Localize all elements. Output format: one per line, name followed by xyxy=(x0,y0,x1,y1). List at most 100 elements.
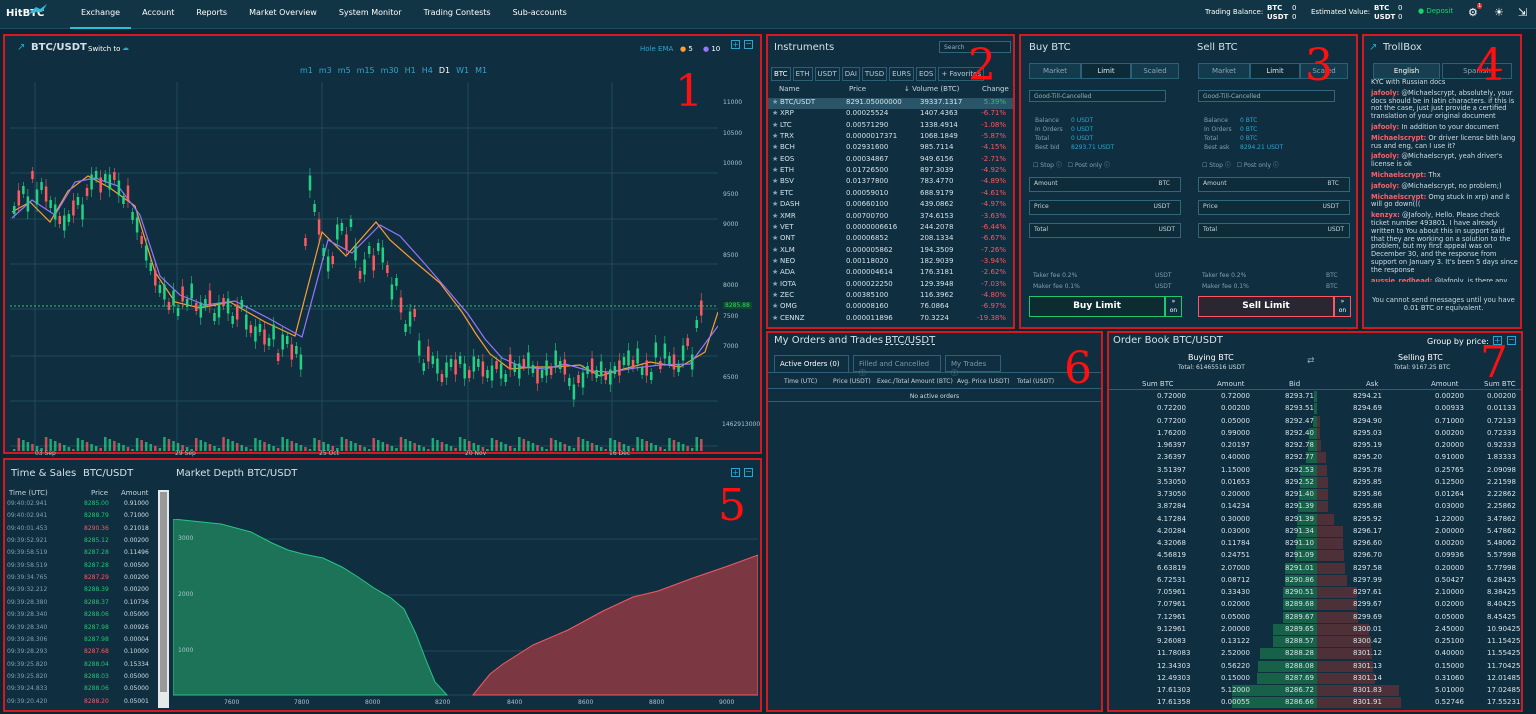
troll-username[interactable]: jafooly: xyxy=(1371,152,1399,160)
sell-one-click-toggle[interactable]: » on xyxy=(1334,296,1351,317)
buy-amount-input[interactable]: Amount BTC xyxy=(1029,177,1181,192)
sell-post-only-checkbox[interactable]: Post only xyxy=(1244,162,1271,169)
favorite-star-icon[interactable]: ★ xyxy=(772,280,778,288)
order-book-collapse-icon[interactable]: − xyxy=(1507,336,1516,345)
trollbox-messages[interactable]: KYC with Russian docs jafooly: @Michaelsc… xyxy=(1371,79,1518,282)
external-link-icon[interactable]: ↗ xyxy=(17,42,25,53)
order-book-row[interactable]: 11.78083 2.52000 8288.28 8301.12 0.40000 11.5… xyxy=(1109,648,1521,660)
order-book-row[interactable]: 17.61358 0.00055 8286.66 8301.91 0.52746 17.5… xyxy=(1109,697,1521,709)
collapse-panel-icon[interactable]: − xyxy=(744,40,753,49)
favorite-star-icon[interactable]: ★ xyxy=(772,132,778,140)
favorite-star-icon[interactable]: ★ xyxy=(772,177,778,185)
buy-one-click-toggle[interactable]: » on xyxy=(1165,296,1182,317)
sell-limit-button[interactable]: Sell Limit xyxy=(1198,296,1334,317)
favorite-star-icon[interactable]: ★ xyxy=(772,189,778,197)
sell-total-input[interactable]: Total USDT xyxy=(1198,223,1350,238)
favorite-star-icon[interactable]: ★ xyxy=(772,155,778,163)
buy-price-input[interactable]: Price USDT xyxy=(1029,200,1181,215)
trade-row[interactable]: 09:39:28.306 8287.98 0.00004 xyxy=(5,636,157,647)
depth-add-icon[interactable]: + xyxy=(731,468,740,477)
instrument-tab-btc[interactable]: BTC xyxy=(771,67,791,81)
favorite-star-icon[interactable]: ★ xyxy=(772,98,778,106)
theme-sun-icon[interactable]: ☀ xyxy=(1494,6,1504,19)
trollbox-english-tab[interactable]: English xyxy=(1373,63,1440,79)
favorite-star-icon[interactable]: ★ xyxy=(772,291,778,299)
order-book-row[interactable]: 7.07961 0.02000 8289.68 8299.67 0.02000 8.404… xyxy=(1109,599,1521,611)
troll-username[interactable]: jafooly: xyxy=(1371,182,1399,190)
candlestick-chart[interactable] xyxy=(10,82,718,454)
trollbox-external-icon[interactable]: ↗ xyxy=(1369,42,1377,53)
cloud-switch-icon[interactable]: ☁ xyxy=(122,44,129,52)
add-panel-icon[interactable]: + xyxy=(731,40,740,49)
buy-post-only-checkbox[interactable]: Post only xyxy=(1075,162,1102,169)
instrument-tab-dai[interactable]: DAI xyxy=(841,67,860,81)
instrument-row[interactable]: ★ ETH 0.01726500 897.3039 -4.92% xyxy=(768,166,1013,177)
trade-row[interactable]: 09:39:52.921 8285.12 0.00200 xyxy=(5,537,157,548)
timeframe-d1[interactable]: D1 xyxy=(439,66,450,75)
trade-row[interactable]: 09:39:28.340 8288.06 0.05000 xyxy=(5,611,157,622)
trade-row[interactable]: 09:39:24.833 8288.06 0.05000 xyxy=(5,685,157,696)
nav-reports[interactable]: Reports xyxy=(185,0,238,29)
troll-username[interactable]: kenzyx: xyxy=(1371,211,1400,219)
instrument-row[interactable]: ★ BTC/USDT 8291.05000000 39337.1317 5.39% xyxy=(768,98,1013,109)
order-book-list[interactable]: 0.72000 0.72000 8293.71 8294.21 0.00200 0.002… xyxy=(1109,391,1521,711)
instrument-header-name[interactable]: Name xyxy=(779,85,800,93)
troll-username[interactable]: jafooly: xyxy=(1371,123,1399,131)
trade-row[interactable]: 09:39:28.380 8288.37 0.10736 xyxy=(5,599,157,610)
instrument-row[interactable]: ★ LTC 0.00571290 1338.4914 -1.08% xyxy=(768,121,1013,132)
trade-row[interactable]: 09:39:58.519 8287.28 0.11496 xyxy=(5,549,157,560)
sell-price-input[interactable]: Price USDT xyxy=(1198,200,1350,215)
trade-row[interactable]: 09:40:02.941 8288.79 0.71000 xyxy=(5,512,157,523)
favorite-star-icon[interactable]: ★ xyxy=(772,268,778,276)
time-sales-scrollbar[interactable] xyxy=(158,490,169,708)
favorite-star-icon[interactable]: ★ xyxy=(772,257,778,265)
trade-row[interactable]: 09:39:25.820 8288.03 0.05000 xyxy=(5,673,157,684)
order-book-row[interactable]: 3.51397 1.15000 8292.53 8295.78 0.25765 2.090… xyxy=(1109,464,1521,477)
instrument-row[interactable]: ★ CENNZ 0.000011896 70.3224 -19.38% xyxy=(768,314,1013,325)
trade-row[interactable]: 09:39:34.765 8287.29 0.00200 xyxy=(5,574,157,585)
order-book-row[interactable]: 0.77200 0.05000 8292.47 8294.90 0.71000 0.721… xyxy=(1109,415,1521,428)
instrument-row[interactable]: ★ XMR 0.00700700 374.6153 -3.63% xyxy=(768,212,1013,223)
my-trades-tab[interactable]: My Trades ⓘ xyxy=(945,355,1001,377)
sell-amount-input[interactable]: Amount BTC xyxy=(1198,177,1350,192)
order-book-row[interactable]: 3.87284 0.14234 8291.39 8295.88 0.03000 2.258… xyxy=(1109,501,1521,513)
favorite-star-icon[interactable]: ★ xyxy=(772,143,778,151)
order-book-row[interactable]: 1.96397 0.20197 8292.78 8295.19 0.20000 0.923… xyxy=(1109,440,1521,452)
nav-trading-contests[interactable]: Trading Contests xyxy=(413,0,502,29)
instrument-row[interactable]: ★ EOS 0.00034867 949.6156 -2.71% xyxy=(768,155,1013,166)
instrument-row[interactable]: ★ ADA 0.000004614 176.3181 -2.62% xyxy=(768,268,1013,279)
order-book-row[interactable]: 4.32068 0.11784 8291.10 8296.60 0.00200 5.480… xyxy=(1109,538,1521,550)
instrument-row[interactable]: ★ ETC 0.00059010 688.9179 -4.61% xyxy=(768,189,1013,200)
sell-time-in-force-select[interactable]: Good-Till-Cancelled xyxy=(1198,90,1335,102)
instrument-row[interactable]: ★ XLM 0.000005862 194.3509 -7.26% xyxy=(768,246,1013,257)
order-book-row[interactable]: 12.49303 0.15000 8287.69 8301.14 0.31060 12.0… xyxy=(1109,672,1521,685)
trade-row[interactable]: 09:39:28.340 8287.98 0.00926 xyxy=(5,624,157,635)
timeframe-h4[interactable]: H4 xyxy=(422,66,433,75)
order-book-row[interactable]: 3.73050 0.20000 8291.40 8295.86 0.01264 2.228… xyxy=(1109,489,1521,501)
nav-account[interactable]: Account xyxy=(131,0,185,29)
favorite-star-icon[interactable]: ★ xyxy=(772,121,778,129)
order-book-row[interactable]: 12.34303 0.56220 8288.08 8301.13 0.15000 11.7… xyxy=(1109,660,1521,673)
troll-username[interactable]: aussie_redhead: xyxy=(1371,277,1432,282)
buy-total-input[interactable]: Total USDT xyxy=(1029,223,1181,238)
favorite-star-icon[interactable]: ★ xyxy=(772,109,778,117)
order-book-row[interactable]: 6.63819 2.07000 8291.01 8297.58 0.20000 5.779… xyxy=(1109,562,1521,575)
trade-row[interactable]: 09:39:28.293 8287.68 0.10000 xyxy=(5,648,157,659)
instrument-header-volume[interactable]: Volume (BTC) xyxy=(912,85,959,93)
instrument-row[interactable]: ★ ONT 0.00006852 208.1334 -6.67% xyxy=(768,234,1013,245)
troll-username[interactable]: Michaelscrypt: xyxy=(1371,134,1426,142)
trade-row[interactable]: 09:40:01.453 8290.36 0.21018 xyxy=(5,525,157,536)
instrument-row[interactable]: ★ OMG 0.00008160 76.0864 -6.97% xyxy=(768,302,1013,313)
timeframe-m1[interactable]: m1 xyxy=(300,66,313,75)
instrument-row[interactable]: ★ IOTA 0.000022250 129.3948 -7.03% xyxy=(768,280,1013,291)
instrument-row[interactable]: ★ ZEC 0.00385100 116.3962 -4.80% xyxy=(768,291,1013,302)
order-book-row[interactable]: 4.17284 0.30000 8291.39 8295.92 1.22000 3.478… xyxy=(1109,513,1521,526)
buy-market-tab[interactable]: Market xyxy=(1029,63,1081,79)
instrument-list[interactable]: ★ BTC/USDT 8291.05000000 39337.1317 5.39% ★ XR… xyxy=(768,98,1013,326)
order-book-row[interactable]: 9.26083 0.13122 8288.57 8300.42 0.25100 11.15… xyxy=(1109,636,1521,648)
order-book-row[interactable]: 4.20284 0.03000 8291.34 8296.17 2.00000 5.478… xyxy=(1109,525,1521,538)
favorite-star-icon[interactable]: ★ xyxy=(772,302,778,310)
favorite-star-icon[interactable]: ★ xyxy=(772,200,778,208)
instrument-row[interactable]: ★ BSV 0.01377800 783.4770 -4.89% xyxy=(768,177,1013,188)
timeframe-h1[interactable]: H1 xyxy=(405,66,416,75)
